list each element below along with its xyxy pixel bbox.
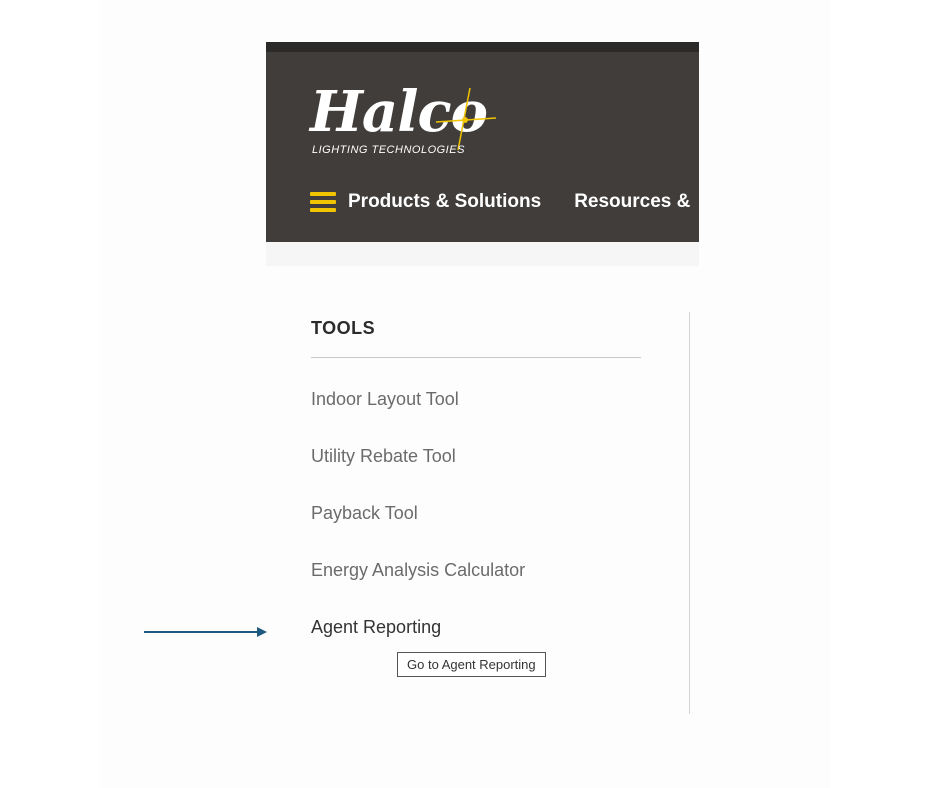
tool-link-utility-rebate[interactable]: Utility Rebate Tool bbox=[311, 446, 456, 467]
tool-link-payback[interactable]: Payback Tool bbox=[311, 503, 418, 524]
hamburger-icon[interactable] bbox=[310, 191, 336, 213]
agent-reporting-tooltip: Go to Agent Reporting bbox=[397, 652, 546, 677]
halco-logo[interactable]: Halco LIGHTING TECHNOLOGIES bbox=[310, 82, 510, 162]
main-nav: Products & Solutions Resources & bbox=[310, 188, 699, 216]
logo-tagline: LIGHTING TECHNOLOGIES bbox=[312, 144, 465, 156]
nav-resources[interactable]: Resources & bbox=[574, 191, 690, 213]
tools-divider bbox=[311, 357, 641, 358]
tool-link-energy-analysis[interactable]: Energy Analysis Calculator bbox=[311, 560, 525, 581]
header-spacer bbox=[266, 242, 699, 266]
tool-link-indoor-layout[interactable]: Indoor Layout Tool bbox=[311, 389, 459, 410]
tools-heading: TOOLS bbox=[311, 318, 376, 338]
pointer-arrow-icon bbox=[144, 627, 267, 637]
nav-products-solutions[interactable]: Products & Solutions bbox=[348, 191, 541, 213]
column-divider bbox=[689, 312, 690, 714]
tool-link-agent-reporting[interactable]: Agent Reporting bbox=[311, 617, 441, 638]
header-top-strip bbox=[266, 42, 699, 52]
site-header: Halco LIGHTING TECHNOLOGIES Products & S… bbox=[266, 42, 699, 242]
